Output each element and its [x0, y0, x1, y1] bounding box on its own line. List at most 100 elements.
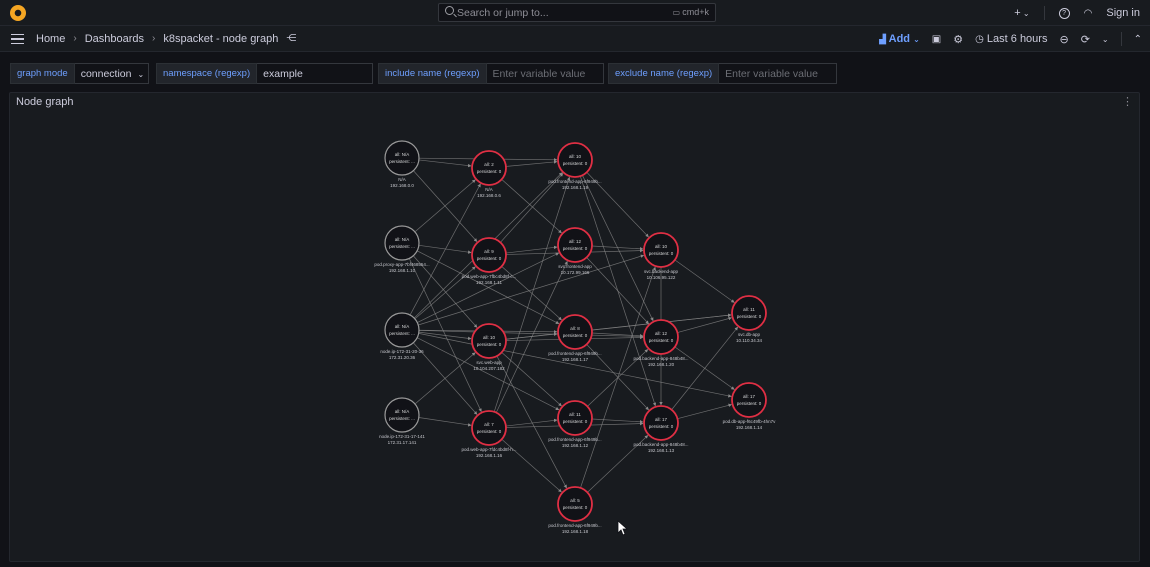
graph-node-circle[interactable] — [471, 410, 507, 446]
graph-node[interactable]: all: 2 persistent: 0 N/A192.168.0.6 — [471, 150, 507, 198]
graph-node-circle[interactable] — [731, 382, 767, 418]
node-name-text: pod.proxy-app-7bf468554... — [374, 262, 429, 267]
graph-node[interactable]: all: N/A persistent: ... N/A192.168.0.0 — [384, 140, 420, 188]
node-line2-text: persistent: ... — [389, 159, 415, 164]
graph-edge[interactable] — [408, 258, 482, 413]
node-line2-text: persistent: 0 — [477, 429, 502, 434]
node-line1-text: all: N/A — [395, 237, 410, 242]
graph-node-circle[interactable] — [557, 142, 593, 178]
node-graph[interactable]: all: N/Apersistent: ...N/A192.168.0.0all… — [0, 0, 1150, 567]
graph-node[interactable]: all: 9 persistent: 0 pod.web-app-7fbc4bd8f… — [462, 237, 517, 285]
graph-node[interactable]: all: 12 persistent: 0 pod.backend-app-848b… — [633, 319, 689, 367]
node-line2-text: persistent: 0 — [563, 505, 588, 510]
node-line2-text: persistent: ... — [389, 416, 415, 421]
graph-edge[interactable] — [418, 254, 645, 326]
graph-node-circle[interactable] — [384, 225, 420, 261]
graph-node-circle[interactable] — [557, 314, 593, 350]
graph-edge[interactable] — [414, 352, 476, 405]
node-line1-text: all: 17 — [743, 394, 756, 399]
graph-node-circle[interactable] — [384, 140, 420, 176]
graph-node-circle[interactable] — [384, 312, 420, 348]
graph-node-circle[interactable] — [557, 227, 593, 263]
graph-node[interactable]: all: 17 persistent: 0 pod.backend-app-848b… — [633, 405, 689, 453]
graph-node-circle[interactable] — [384, 397, 420, 433]
node-line2-text: persistent: 0 — [477, 256, 502, 261]
node-ip-text: 192.168.1.20 — [648, 362, 675, 367]
graph-edge[interactable] — [418, 159, 472, 168]
graph-edge[interactable] — [493, 176, 571, 412]
graph-edge[interactable] — [505, 160, 558, 167]
graph-node[interactable]: all: 10 persistent: 0 svc.backend-app10.10… — [643, 232, 679, 280]
graph-node[interactable]: all: N/A persistent: ... node.ip-172-31-17… — [379, 397, 425, 445]
graph-node-circle[interactable] — [557, 400, 593, 436]
graph-node[interactable]: all: 10 persistent: 0 svc.web-app10.104.20… — [471, 323, 507, 371]
graph-edge[interactable] — [582, 175, 654, 322]
node-line1-text: all: 9 — [484, 249, 494, 254]
graph-edge[interactable] — [495, 260, 568, 413]
node-ip-text: 192.168.1.13 — [648, 448, 675, 453]
graph-edge[interactable] — [677, 403, 732, 420]
node-name-text: svc.backend-app — [644, 269, 679, 274]
node-ip-text: 192.168.1.18 — [562, 529, 589, 534]
node-name-text: pod.db-app-f6c49fb-4hn7v — [723, 419, 777, 424]
node-ip-text: 10.110.34.34 — [736, 338, 762, 343]
node-name-text: pod.backend-app-848b48... — [633, 356, 688, 361]
graph-node[interactable]: all: 11 persistent: 0 svc.db-app10.110.34.… — [731, 295, 767, 343]
node-name-text: svc.frontend-app — [558, 264, 592, 269]
node-ip-text: 10.172.99.166 — [561, 270, 590, 275]
node-line1-text: all: N/A — [395, 324, 410, 329]
graph-node-circle[interactable] — [643, 319, 679, 355]
node-line1-text: all: 5 — [570, 498, 580, 503]
node-line1-text: all: N/A — [395, 152, 410, 157]
graph-edge[interactable] — [414, 179, 476, 233]
node-ip-text: 192.168.1.16 — [476, 453, 503, 458]
node-line1-text: all: 11 — [743, 307, 755, 312]
graph-edge[interactable] — [418, 244, 472, 254]
node-name-text: pod.frontend-app-6f949b... — [548, 179, 601, 184]
node-line2-text: persistent: 0 — [563, 333, 588, 338]
node-line2-text: persistent: 0 — [737, 314, 762, 319]
graph-edge[interactable] — [409, 183, 481, 316]
graph-node[interactable]: all: N/A persistent: ... node.ip-172-31-20… — [380, 312, 424, 360]
mouse-cursor-icon — [617, 520, 629, 536]
node-ip-text: 192.168.1.17 — [562, 357, 589, 362]
graph-edge[interactable] — [418, 417, 472, 427]
graph-edge[interactable] — [591, 245, 644, 251]
node-name-text: pod.frontend-app-6f949b... — [548, 523, 601, 528]
node-name-text: node.ip-172-31-20-36 — [380, 349, 424, 354]
node-name-text: node.ip-172-31-17-141 — [379, 434, 425, 439]
graph-edge[interactable] — [501, 179, 562, 234]
graph-edge[interactable] — [418, 331, 472, 341]
graph-edge[interactable] — [580, 266, 656, 489]
graph-edge[interactable] — [674, 259, 735, 303]
node-ip-text: 192.168.1.12 — [562, 443, 589, 448]
graph-node[interactable]: all: 10 persistent: 0 pod.frontend-app-6f9… — [548, 142, 602, 190]
node-name-text: svc.db-app — [738, 332, 761, 337]
graph-node-circle[interactable] — [643, 405, 679, 441]
node-line1-text: all: 7 — [484, 422, 494, 427]
graph-node[interactable]: all: 11 persistent: 0 pod.frontend-app-6f9… — [548, 400, 602, 448]
node-name-text: N/A — [398, 177, 406, 182]
graph-node[interactable]: all: 5 persistent: 0 pod.frontend-app-6f94… — [548, 486, 602, 534]
graph-edge[interactable] — [591, 418, 644, 424]
node-ip-text: 172.31.20.36 — [389, 355, 416, 360]
node-line1-text: all: 17 — [655, 417, 668, 422]
graph-node[interactable]: all: 17 persistent: 0 pod.db-app-f6c49fb-4… — [723, 382, 777, 430]
graph-node-circle[interactable] — [471, 323, 507, 359]
graph-node[interactable]: all: N/A persistent: ... pod.proxy-app-7bf… — [374, 225, 430, 273]
node-line1-text: all: 10 — [483, 335, 496, 340]
graph-node-circle[interactable] — [731, 295, 767, 331]
graph-node-circle[interactable] — [471, 150, 507, 186]
node-line1-text: all: 12 — [655, 331, 668, 336]
graph-node[interactable]: all: 12 persistent: 0 svc.frontend-app10.1… — [557, 227, 593, 275]
node-line2-text: persistent: ... — [389, 331, 415, 336]
graph-edge[interactable] — [496, 355, 567, 489]
graph-node-circle[interactable] — [643, 232, 679, 268]
graph-node-circle[interactable] — [471, 237, 507, 273]
graph-node[interactable]: all: 7 persistent: 0 pod.web-app-7fdc4bd8f… — [461, 410, 517, 458]
graph-edge[interactable] — [671, 326, 739, 410]
graph-node-circle[interactable] — [557, 486, 593, 522]
node-ip-text: 172.31.17.141 — [388, 440, 417, 445]
graph-edge[interactable] — [505, 245, 558, 254]
node-line1-text: all: 10 — [569, 154, 582, 159]
